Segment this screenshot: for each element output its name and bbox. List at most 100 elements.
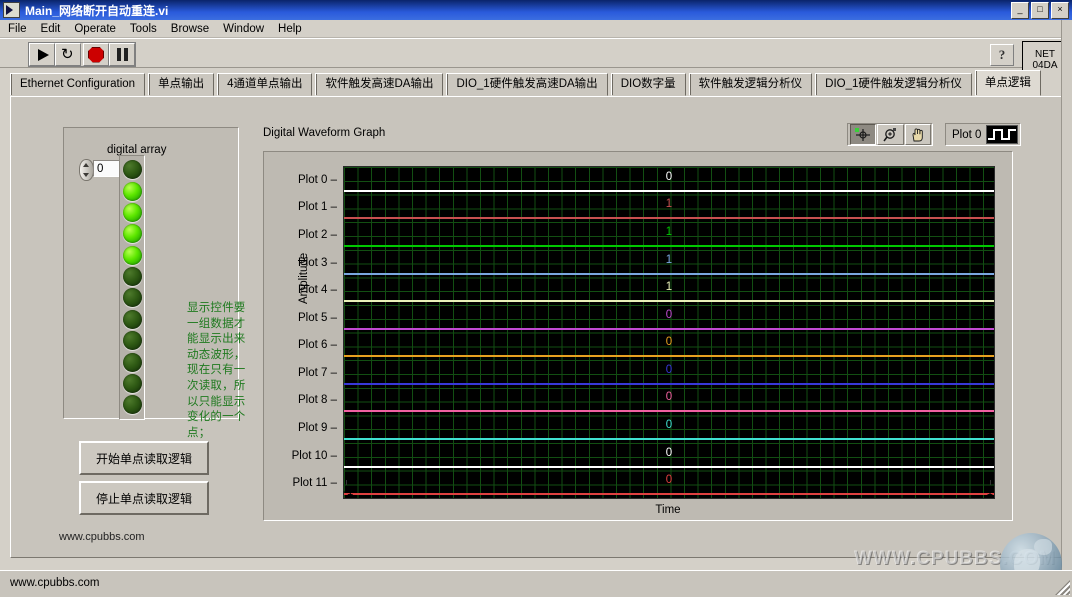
menu-file[interactable]: File	[8, 23, 27, 35]
panel-site-label: www.cpubbs.com	[59, 531, 145, 543]
y-tick-Plot 8: Plot 8	[298, 394, 337, 406]
x-tick-min: -1	[343, 480, 354, 498]
start-single-point-read-button[interactable]: 开始单点读取逻辑	[79, 441, 209, 475]
annotation-note: 显示控件要一组数据才能显示出来动态波形，现在只有一次读取，所以只能显示变化的一个…	[187, 302, 246, 439]
graph-title: Digital Waveform Graph	[263, 127, 386, 139]
tab-Ethernet Configuration[interactable]: Ethernet Configuration	[10, 73, 146, 96]
value-label-Plot 4: 1	[665, 281, 673, 294]
value-label-Plot 9: 0	[665, 419, 673, 432]
value-label-Plot 10: 0	[665, 446, 673, 459]
tab-单点输出[interactable]: 单点输出	[148, 73, 215, 96]
zoom-icon[interactable]	[877, 124, 904, 145]
menu-operate[interactable]: Operate	[74, 23, 116, 35]
led-indicator-11	[122, 395, 142, 415]
close-button[interactable]: ×	[1051, 1, 1069, 19]
value-label-Plot 7: 0	[665, 363, 673, 376]
y-tick-Plot 5: Plot 5	[298, 312, 337, 324]
run-continuously-icon	[60, 45, 76, 63]
trace-Plot 7	[344, 382, 994, 385]
window-scrollbar[interactable]	[1061, 20, 1072, 571]
graph-palette	[847, 123, 933, 146]
led-indicator-8	[122, 331, 142, 351]
led-indicator-10	[122, 373, 142, 393]
pan-hand-glyph	[912, 127, 924, 141]
menu-window[interactable]: Window	[223, 23, 264, 35]
window-controls: _ □ ×	[1011, 1, 1072, 19]
window-title: Main_网络断开自动重连.vi	[25, 3, 169, 18]
led-indicator-0	[122, 160, 142, 180]
y-tick-Plot 2: Plot 2	[298, 229, 337, 241]
trace-Plot 3	[344, 272, 994, 275]
digital-waveform-graph: Digital Waveform Graph Plot 0 Amplitude …	[251, 121, 1021, 529]
stop-single-point-read-button[interactable]: 停止单点读取逻辑	[79, 481, 209, 515]
y-tick-Plot 7: Plot 7	[298, 367, 337, 379]
led-indicator-4	[122, 245, 142, 265]
run-arrow-icon	[38, 48, 49, 61]
value-label-Plot 0: 0	[665, 170, 673, 183]
status-text: www.cpubbs.com	[10, 577, 100, 589]
value-label-Plot 8: 0	[665, 391, 673, 404]
menu-tools[interactable]: Tools	[130, 23, 157, 35]
resize-grip[interactable]	[1055, 580, 1070, 595]
toolbar: ? NET 04DA	[0, 38, 1072, 79]
led-indicator-1	[122, 181, 142, 201]
x-tick-max: 1	[986, 480, 993, 498]
vi-icon	[3, 2, 20, 18]
cursor-move-glyph	[854, 127, 870, 141]
plot-legend[interactable]: Plot 0	[945, 123, 1021, 146]
y-tick-Plot 11: Plot 11	[292, 477, 337, 489]
y-tick-Plot 4: Plot 4	[298, 284, 337, 296]
cursor-move-icon[interactable]	[850, 124, 877, 145]
y-tick-Plot 9: Plot 9	[298, 422, 337, 434]
tab-4通道单点输出[interactable]: 4通道单点输出	[217, 73, 313, 96]
run-controls-group	[28, 42, 136, 67]
abort-execution-icon	[88, 46, 104, 63]
y-tick-Plot 10: Plot 10	[292, 450, 337, 462]
trace-Plot 2	[344, 244, 994, 247]
y-tick-Plot 1: Plot 1	[298, 201, 337, 213]
x-axis-label: Time	[655, 504, 681, 516]
zoom-glyph	[883, 127, 896, 141]
legend-plot-name: Plot 0	[952, 128, 982, 141]
title-bar: Main_网络断开自动重连.vi _ □ ×	[0, 0, 1072, 20]
trace-Plot 4	[344, 300, 994, 303]
led-indicator-2	[122, 202, 142, 222]
tab-DIO数字量[interactable]: DIO数字量	[610, 73, 686, 96]
pan-hand-icon[interactable]	[904, 124, 931, 145]
labview-front-panel-window: Main_网络断开自动重连.vi _ □ × File Edit Operate…	[0, 0, 1072, 597]
run-button[interactable]	[29, 43, 55, 66]
digital-waveform-icon[interactable]	[986, 125, 1019, 144]
trace-Plot 6	[344, 355, 994, 358]
menu-help[interactable]: Help	[278, 23, 302, 35]
maximize-button[interactable]: □	[1031, 1, 1049, 19]
plot-canvas[interactable]: 011110000000	[343, 166, 995, 499]
tab-DIO_1硬件触发高速DA输出[interactable]: DIO_1硬件触发高速DA输出	[446, 73, 608, 96]
trace-Plot 9	[344, 438, 994, 441]
pause-button[interactable]	[109, 43, 135, 66]
context-help-button[interactable]: ?	[990, 44, 1014, 66]
tab-strip: Ethernet Configuration 单点输出 4通道单点输出 软件触发高速D…	[0, 70, 1072, 98]
led-indicator-3	[122, 224, 142, 244]
tab-软件触发高速DA输出[interactable]: 软件触发高速DA输出	[315, 73, 444, 96]
y-axis-ticks: Plot 0 Plot 1 Plot 2 Plot 3 Plot 4 Plot 5 Plot…	[264, 152, 337, 520]
pause-icon	[116, 48, 129, 61]
tab-软件触发逻辑分析仪[interactable]: 软件触发逻辑分析仪	[688, 73, 813, 96]
value-label-Plot 1: 1	[665, 198, 673, 211]
minimize-button[interactable]: _	[1011, 1, 1029, 19]
value-label-Plot 5: 0	[665, 308, 673, 321]
tab-单点逻辑[interactable]: 单点逻辑	[974, 70, 1041, 96]
y-tick-Plot 6: Plot 6	[298, 339, 337, 351]
trace-Plot 10	[344, 465, 994, 468]
menu-browse[interactable]: Browse	[171, 23, 209, 35]
tab-page-单点逻辑: digital array 0 显示控件要一组数据才能显示出来动态波形，现在只有…	[10, 96, 1062, 558]
value-label-Plot 6: 0	[665, 336, 673, 349]
value-label-Plot 3: 1	[665, 253, 673, 266]
value-label-Plot 2: 1	[665, 225, 673, 238]
led-indicator-9	[122, 352, 142, 372]
tab-DIO_1硬件触发逻辑分析仪[interactable]: DIO_1硬件触发逻辑分析仪	[815, 73, 972, 96]
abort-execution-button[interactable]	[83, 43, 109, 66]
index-increment-decrement-icon[interactable]	[79, 159, 94, 181]
run-continuously-button[interactable]	[55, 43, 81, 66]
led-indicator-7	[122, 309, 142, 329]
menu-edit[interactable]: Edit	[41, 23, 61, 35]
